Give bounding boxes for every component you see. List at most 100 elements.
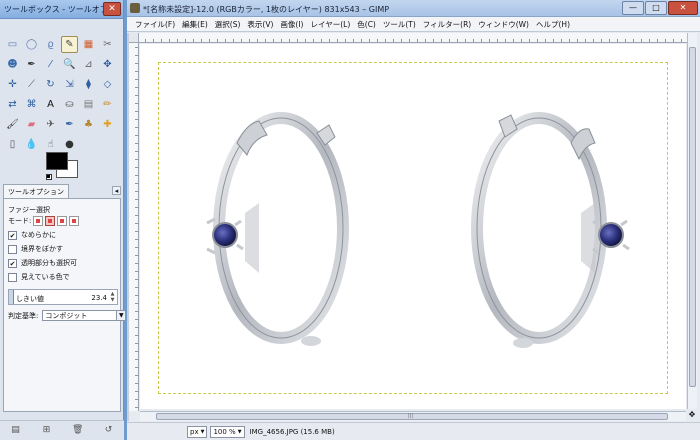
airbrush-icon[interactable]: ✈	[42, 116, 59, 133]
navigate-icon[interactable]: ✥	[687, 410, 697, 421]
menu-item-7[interactable]: ツール(T)	[383, 19, 416, 30]
tool-grid: ▭ ◯ ϱ ✎ ▦ ✂ ☻ ✒ ⁄ 🔍 ⊿ ✥ ✛ ⟋ ↻ ⇲ ⧫ ◇ ⇄ ⌘ A ⛀ ▤ ✏ 🖌 ▰ ✈ ✒ ♣ ✚ ▯ 💧 ☝ ●	[4, 36, 118, 156]
zoom-select[interactable]: 100 % ▼	[210, 425, 245, 438]
unit-select[interactable]: px ▼	[187, 425, 208, 438]
rotate-icon[interactable]: ↻	[42, 76, 59, 93]
feather-checkbox[interactable]	[8, 244, 17, 254]
toolbox-titlebar[interactable]: ツールボックス - ツールオプ... ✕	[0, 0, 123, 19]
blur-icon[interactable]: 💧	[23, 136, 40, 153]
menu-item-10[interactable]: ヘルプ(H)	[536, 19, 570, 30]
menu-item-3[interactable]: 表示(V)	[247, 19, 273, 30]
shear-icon[interactable]: ⧫	[80, 76, 97, 93]
threshold-spinner-icon[interactable]: ▲ ▼	[109, 291, 116, 303]
unit-value: px	[190, 427, 199, 436]
chevron-down-icon[interactable]: ▼	[116, 311, 126, 320]
image-titlebar[interactable]: *[名称未設定]-12.0 (RGBカラー, 1枚のレイヤー) 831x543 …	[127, 0, 700, 17]
paintbrush-icon[interactable]: 🖌	[4, 116, 21, 133]
image-info: IMG_4656.JPG (15.6 MB)	[249, 427, 335, 436]
right-earring	[471, 112, 630, 348]
mode-replace-icon[interactable]	[33, 216, 44, 226]
dodge-burn-icon[interactable]: ●	[61, 136, 78, 153]
measure-icon[interactable]: ⊿	[80, 56, 97, 73]
color-picker-icon[interactable]: ⁄	[42, 56, 59, 73]
image-window: *[名称未設定]-12.0 (RGBカラー, 1枚のレイヤー) 831x543 …	[127, 0, 700, 440]
foreground-select-icon[interactable]: ☻	[4, 56, 21, 73]
tab-tool-options[interactable]: ツールオプション	[3, 184, 69, 198]
fuzzy-select-icon[interactable]: ✎	[61, 36, 78, 53]
clone-icon[interactable]: ♣	[80, 116, 97, 133]
mode-label: モード:	[8, 217, 32, 225]
feather-option[interactable]: 境界をぼかす	[8, 244, 63, 254]
restore-preset-icon[interactable]: ⊞	[41, 425, 52, 436]
maximize-button[interactable]: □	[645, 1, 667, 15]
vertical-scroll-thumb[interactable]	[689, 47, 696, 387]
scale-icon[interactable]: ⇲	[61, 76, 78, 93]
blend-icon[interactable]: ▤	[80, 96, 97, 113]
toolbox-title: ツールボックス - ツールオプ...	[4, 5, 116, 14]
criterion-row: 判定基準: コンポジット ▼	[8, 310, 127, 321]
menu-item-9[interactable]: ウィンドウ(W)	[478, 19, 529, 30]
sample-merged-checkbox[interactable]	[8, 272, 17, 282]
crop-icon[interactable]: ⟋	[23, 76, 40, 93]
feather-label: 境界をぼかす	[21, 245, 63, 253]
pencil-icon[interactable]: ✏	[99, 96, 116, 113]
scissors-select-icon[interactable]: ✂	[99, 36, 116, 53]
cage-icon[interactable]: ⌘	[23, 96, 40, 113]
bucket-fill-icon[interactable]: ⛀	[61, 96, 78, 113]
antialias-option[interactable]: ✔ なめらかに	[8, 230, 56, 240]
menu-item-4[interactable]: 画像(I)	[280, 19, 303, 30]
toolbox-window: ツールボックス - ツールオプ... ✕ ▭ ◯ ϱ ✎ ▦ ✂ ☻ ✒ ⁄ 🔍 ⊿ ✥ ✛ ⟋ ↻ ⇲ ⧫ ◇ ⇄…	[0, 0, 127, 440]
ink-icon[interactable]: ✒	[61, 116, 78, 133]
minimize-button[interactable]: —	[622, 1, 644, 15]
heal-icon[interactable]: ✚	[99, 116, 116, 133]
vertical-ruler[interactable]	[129, 43, 139, 411]
reset-options-icon[interactable]: ↺	[103, 425, 114, 436]
menu-item-2[interactable]: 選択(S)	[215, 19, 241, 30]
zoom-icon[interactable]: 🔍	[61, 56, 78, 73]
toolbox-close-button[interactable]: ✕	[103, 2, 121, 16]
free-select-icon[interactable]: ϱ	[42, 36, 59, 53]
panel-menu-button[interactable]: ◂	[112, 186, 121, 195]
close-button[interactable]: ✕	[668, 1, 698, 15]
move-icon[interactable]: ✥	[99, 56, 116, 73]
delete-preset-icon[interactable]: 🗑	[72, 425, 83, 436]
paths-icon[interactable]: ✒	[23, 56, 40, 73]
left-earring	[206, 112, 349, 346]
image-boundary[interactable]	[158, 62, 668, 394]
antialias-checkbox[interactable]: ✔	[8, 230, 17, 240]
antialias-label: なめらかに	[21, 231, 56, 239]
ruler-corner[interactable]	[129, 33, 139, 43]
perspective-clone-icon[interactable]: ▯	[4, 136, 21, 153]
menu-item-1[interactable]: 編集(E)	[182, 19, 208, 30]
menu-item-6[interactable]: 色(C)	[357, 19, 376, 30]
vertical-scrollbar[interactable]	[687, 33, 697, 409]
text-icon[interactable]: A	[42, 96, 59, 113]
threshold-slider[interactable]: しきい値 23.4 ▲ ▼	[8, 289, 118, 305]
transparent-checkbox[interactable]: ✔	[8, 258, 17, 268]
smudge-icon[interactable]: ☝	[42, 136, 59, 153]
sample-merged-option[interactable]: 見えている色で	[8, 272, 70, 282]
save-preset-icon[interactable]: ▤	[10, 425, 21, 436]
align-icon[interactable]: ✛	[4, 76, 21, 93]
menu-bar: ファイル(F) 編集(E) 選択(S) 表示(V) 画像(I) レイヤー(L) 色(C) ツー…	[127, 17, 700, 32]
chevron-down-icon: ▼	[200, 428, 205, 435]
horizontal-scrollbar[interactable]: |||	[140, 411, 686, 421]
menu-item-0[interactable]: ファイル(F)	[135, 19, 175, 30]
default-colors-icon[interactable]	[46, 174, 52, 180]
transparent-option[interactable]: ✔ 透明部分も選択可	[8, 258, 77, 268]
foreground-color[interactable]	[46, 152, 68, 170]
ellipse-select-icon[interactable]: ◯	[23, 36, 40, 53]
menu-item-5[interactable]: レイヤー(L)	[310, 19, 350, 30]
menu-item-8[interactable]: フィルター(R)	[423, 19, 471, 30]
perspective-icon[interactable]: ◇	[99, 76, 116, 93]
criterion-select[interactable]: コンポジット ▼	[42, 310, 127, 321]
horizontal-ruler[interactable]	[139, 33, 687, 43]
rect-select-icon[interactable]: ▭	[4, 36, 21, 53]
flip-icon[interactable]: ⇄	[4, 96, 21, 113]
eraser-icon[interactable]: ▰	[23, 116, 40, 133]
canvas[interactable]	[140, 44, 686, 409]
mode-add-icon[interactable]	[45, 216, 56, 226]
by-color-select-icon[interactable]: ▦	[80, 36, 97, 53]
mode-intersect-icon[interactable]	[69, 216, 80, 226]
mode-subtract-icon[interactable]	[57, 216, 68, 226]
